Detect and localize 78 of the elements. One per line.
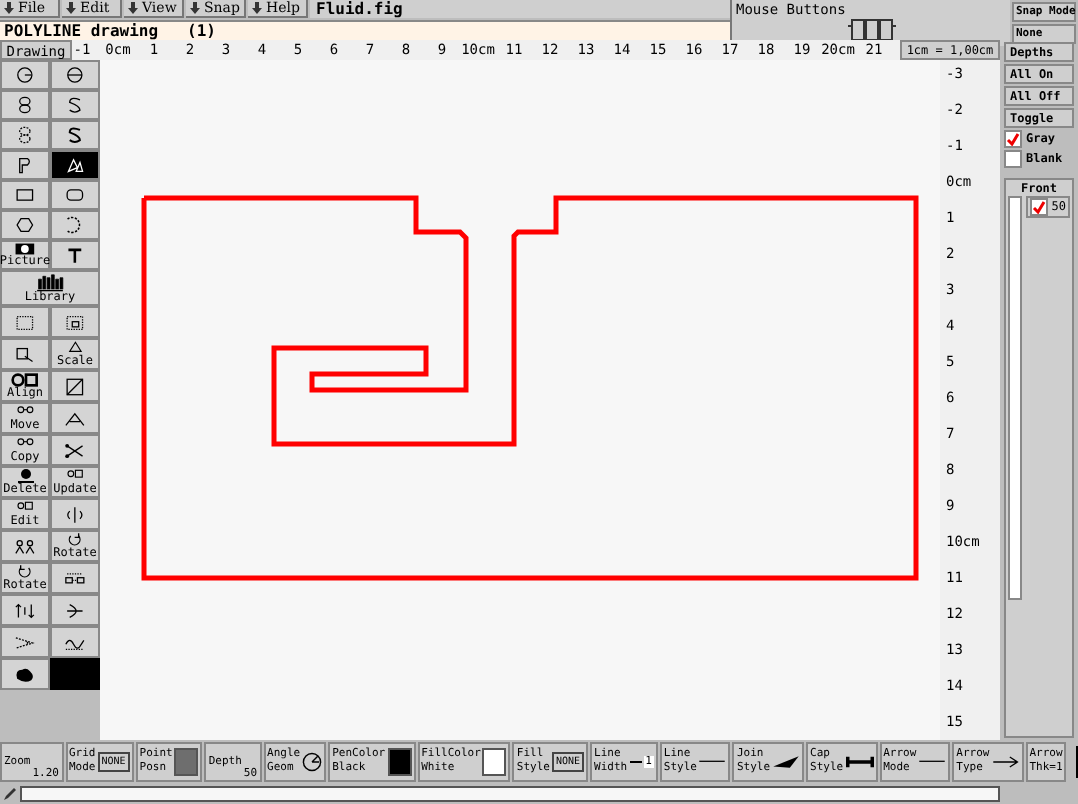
arrows-icon: [12, 601, 38, 619]
bow-tool[interactable]: [50, 594, 100, 626]
scissors-tool[interactable]: [50, 434, 100, 466]
resize-icon: [12, 345, 38, 363]
miter-join-icon: [772, 752, 801, 772]
line-style-icon: [698, 760, 727, 764]
polygon-tool[interactable]: [0, 150, 50, 180]
toolbar-filler: [50, 658, 100, 690]
down-arrow-icon: [4, 2, 14, 14]
flip-tool[interactable]: [50, 498, 100, 530]
camera-icon: [14, 242, 36, 256]
rectangle-icon: [12, 186, 38, 204]
circle-icon: [62, 66, 88, 84]
rotate-icon: [68, 532, 82, 548]
arrow-icon: [991, 752, 1020, 772]
scissors-icon: [62, 441, 88, 459]
flip-icon: [62, 505, 88, 523]
droplet-icon: [62, 156, 88, 174]
rounded-rectangle-tool[interactable]: [50, 180, 100, 210]
dotted-box-icon: [12, 313, 38, 331]
s-curve-tool[interactable]: [50, 90, 100, 120]
filename-field[interactable]: Fluid.fig: [310, 0, 730, 18]
scrollbar[interactable]: [1008, 196, 1022, 600]
text-tool[interactable]: [50, 240, 100, 270]
checkbox[interactable]: [1004, 130, 1022, 148]
figure-eight-tool[interactable]: [0, 90, 50, 120]
angle-dial-icon: [302, 752, 323, 772]
polyline-shape[interactable]: [141, 195, 919, 581]
bow-icon: [62, 601, 88, 619]
delete-icon: [15, 468, 35, 484]
arc-icon: [66, 216, 84, 234]
rounded-rectangle-icon: [62, 186, 88, 204]
drawing-canvas[interactable]: [100, 60, 940, 740]
spline-tool[interactable]: [50, 120, 100, 150]
checkbox[interactable]: [1029, 198, 1048, 216]
align-icon: [10, 372, 40, 388]
dotted-box-tool[interactable]: [50, 306, 100, 338]
funnel-icon: [12, 633, 38, 651]
rotate-icon: [18, 564, 32, 580]
triangle-icon: [63, 340, 87, 356]
slash-box-icon: [62, 377, 88, 395]
hexagon-tool[interactable]: [0, 210, 50, 240]
peak-tool[interactable]: [50, 402, 100, 434]
circle-icon: [12, 66, 38, 84]
hexagon-icon: [12, 216, 38, 234]
slash-box-tool[interactable]: [50, 370, 100, 402]
mouse-icon: [845, 18, 897, 42]
down-arrow-icon: [190, 2, 200, 14]
wave-tool[interactable]: [50, 626, 100, 658]
rectangle-tool[interactable]: [0, 180, 50, 210]
line-cap-icon: [845, 752, 874, 772]
droplet-tool[interactable]: [50, 150, 100, 180]
dotted-box-tool[interactable]: [0, 306, 50, 338]
status-message: POLYLINE drawing (1): [0, 20, 730, 42]
arrows-tool[interactable]: [0, 594, 50, 626]
checkbox[interactable]: [1004, 150, 1022, 168]
peak-icon: [62, 409, 88, 427]
line-style-icon: [918, 760, 947, 764]
down-arrow-icon: [128, 2, 138, 14]
update-icon: [63, 468, 87, 484]
command-input-field[interactable]: [20, 786, 1000, 802]
line-sample-icon: [629, 760, 642, 764]
circle-tool[interactable]: [0, 60, 50, 90]
chain-icon: [62, 569, 88, 587]
down-arrow-icon: [252, 2, 262, 14]
pencil-icon: [4, 788, 16, 800]
chain-tool[interactable]: [50, 562, 100, 594]
blob-tool[interactable]: [0, 658, 50, 690]
closed-spline-tool[interactable]: [0, 120, 50, 150]
down-arrow-icon: [66, 2, 76, 14]
edit-icon: [13, 500, 37, 516]
circle-tool[interactable]: [50, 60, 100, 90]
dotted-box-icon: [62, 313, 88, 331]
figures-icon: [12, 537, 38, 555]
blob-icon: [12, 665, 38, 683]
resize-tool[interactable]: [0, 338, 50, 370]
figures-tool[interactable]: [0, 530, 50, 562]
funnel-tool[interactable]: [0, 626, 50, 658]
